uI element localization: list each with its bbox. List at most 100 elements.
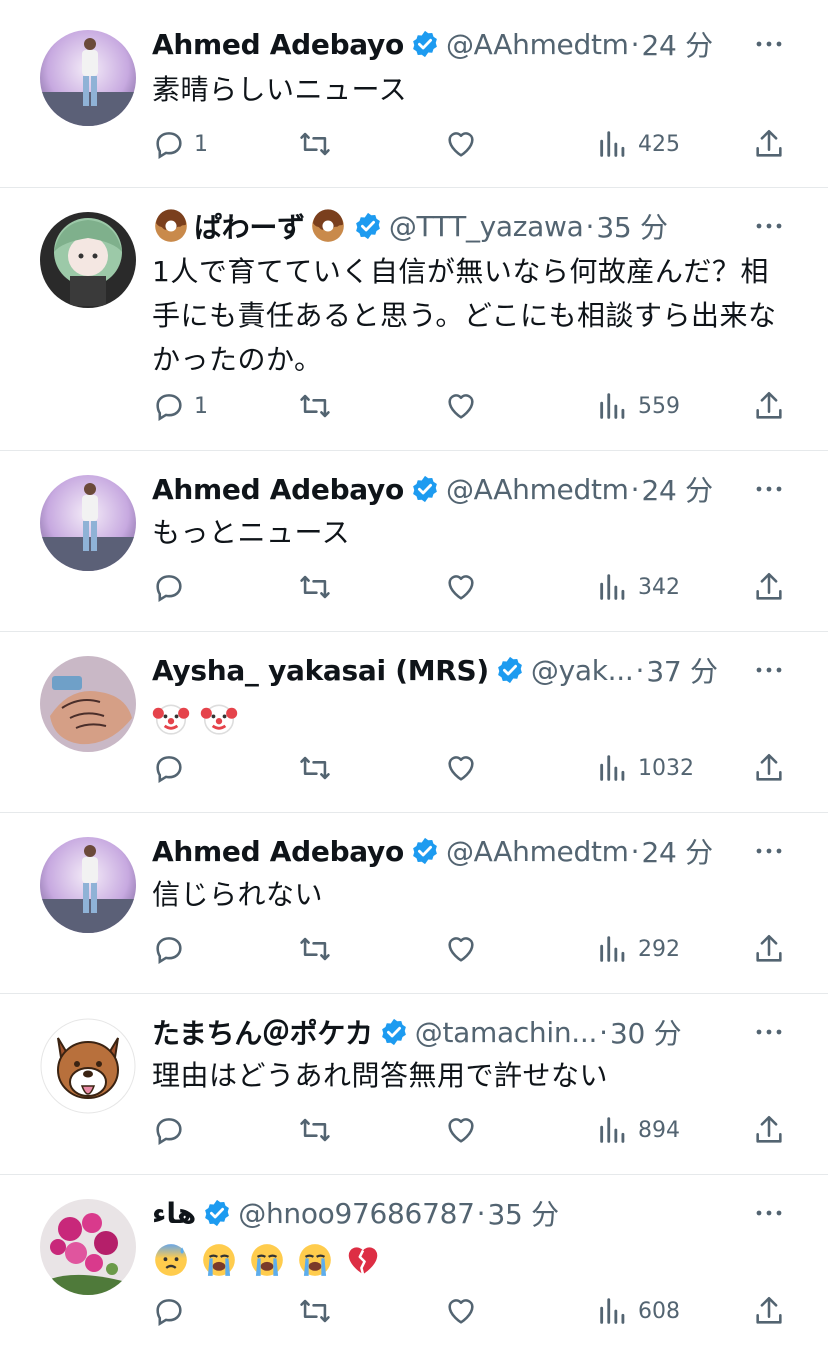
timestamp[interactable]: 35 分 (596, 206, 668, 246)
reply-button[interactable] (152, 567, 194, 607)
views-button[interactable]: 425 (596, 124, 680, 164)
timestamp[interactable]: 24 分 (642, 24, 714, 64)
avatar[interactable] (40, 1018, 136, 1114)
share-icon (756, 129, 782, 157)
handle[interactable]: @AAhmedtm (446, 835, 629, 868)
timestamp[interactable]: 35 分 (488, 1193, 560, 1233)
display-name[interactable]: Aysha_ yakasai (MRS) (152, 654, 489, 687)
action-bar: 894 (152, 1110, 788, 1150)
display-name[interactable]: Ahmed Adebayo (152, 28, 404, 61)
display-name[interactable]: Ahmed Adebayo (152, 473, 404, 506)
views-button[interactable]: 608 (596, 1291, 680, 1331)
more-dots-icon[interactable] (754, 655, 784, 685)
timestamp[interactable]: 37 分 (646, 650, 718, 690)
tweet[interactable]: ぱわーず @TTT_yazawa · 35 分 1人で育てていく自信が無いなら何… (0, 188, 828, 451)
reply-icon (156, 132, 182, 160)
reply-button[interactable] (152, 748, 194, 788)
retweet-button[interactable] (298, 748, 332, 788)
avatar[interactable] (40, 212, 136, 308)
retweet-icon (300, 132, 330, 156)
reply-button[interactable] (152, 1291, 194, 1331)
retweet-button[interactable] (298, 1291, 332, 1331)
share-button[interactable] (752, 1291, 786, 1331)
views-button[interactable]: 1032 (596, 748, 694, 788)
share-button[interactable] (752, 929, 786, 969)
views-button[interactable]: 292 (596, 929, 680, 969)
handle[interactable]: @TTT_yazawa (389, 210, 584, 243)
tweet[interactable]: たまちん＠ポケカ @tamachin... · 30 分 理由はどうあれ問答無用… (0, 994, 828, 1175)
retweet-icon (300, 1299, 330, 1323)
share-icon (756, 391, 782, 419)
views-chart-icon (600, 755, 625, 781)
like-button[interactable] (444, 1110, 478, 1150)
avatar[interactable] (40, 656, 136, 752)
tweet[interactable]: Ahmed Adebayo @AAhmedtm · 24 分 もっとニュース 3… (0, 451, 828, 632)
like-button[interactable] (444, 929, 478, 969)
more-dots-icon[interactable] (754, 1198, 784, 1228)
reply-icon (156, 937, 182, 965)
reply-button[interactable] (152, 1110, 194, 1150)
verified-badge-icon (355, 212, 380, 240)
verified-badge-icon (413, 475, 437, 503)
share-button[interactable] (752, 124, 786, 164)
timestamp[interactable]: 24 分 (642, 469, 714, 509)
avatar[interactable] (40, 30, 136, 126)
views-button[interactable]: 559 (596, 386, 680, 426)
more-dots-icon[interactable] (754, 836, 784, 866)
anxious-face-sweat-emoji-icon (155, 1244, 187, 1276)
handle[interactable]: @AAhmedtm (446, 473, 629, 506)
views-count: 608 (638, 1298, 680, 1324)
avatar[interactable] (40, 475, 136, 571)
timestamp[interactable]: 24 分 (642, 831, 714, 871)
tweet[interactable]: Ahmed Adebayo @AAhmedtm · 24 分 信じられない 29… (0, 813, 828, 994)
retweet-button[interactable] (298, 567, 332, 607)
action-bar: 1 425 (152, 124, 788, 164)
like-button[interactable] (444, 386, 478, 426)
handle[interactable]: @yak... (531, 654, 634, 687)
retweet-button[interactable] (298, 1110, 332, 1150)
timestamp[interactable]: 30 分 (610, 1012, 682, 1052)
like-button[interactable] (444, 748, 478, 788)
display-name[interactable]: たまちん＠ポケカ (152, 1012, 373, 1052)
handle[interactable]: @tamachin... (415, 1016, 597, 1049)
display-name[interactable]: ぱわーず (194, 206, 305, 246)
like-button[interactable] (444, 124, 478, 164)
separator-dot: · (630, 27, 640, 61)
tweet[interactable]: Ahmed Adebayo @AAhmedtm · 24 分 素晴らしいニュース… (0, 0, 828, 188)
more-dots-icon[interactable] (754, 474, 784, 504)
views-button[interactable]: 342 (596, 567, 680, 607)
handle[interactable]: @hnoo97686787 (238, 1197, 474, 1230)
display-name[interactable]: هاء (152, 1197, 197, 1230)
retweet-button[interactable] (298, 386, 332, 426)
share-icon (756, 1115, 782, 1143)
views-count: 559 (638, 393, 680, 419)
avatar[interactable] (40, 837, 136, 933)
share-button[interactable] (752, 567, 786, 607)
more-dots-icon[interactable] (754, 1017, 784, 1047)
retweet-icon (300, 756, 330, 780)
like-button[interactable] (444, 1291, 478, 1331)
share-button[interactable] (752, 1110, 786, 1150)
like-button[interactable] (444, 567, 478, 607)
reply-button[interactable]: 1 (152, 386, 208, 426)
retweet-button[interactable] (298, 929, 332, 969)
views-count: 292 (638, 936, 680, 962)
reply-button[interactable]: 1 (152, 124, 208, 164)
more-dots-icon[interactable] (754, 29, 784, 59)
verified-badge-icon (413, 837, 437, 865)
retweet-button[interactable] (298, 124, 332, 164)
tweet[interactable]: هاء @hnoo97686787 · 35 分 608 (0, 1175, 828, 1353)
views-count: 342 (638, 574, 680, 600)
share-icon (756, 753, 782, 781)
action-bar: 292 (152, 929, 788, 969)
reply-button[interactable] (152, 929, 194, 969)
share-button[interactable] (752, 386, 786, 426)
more-dots-icon[interactable] (754, 211, 784, 241)
tweet[interactable]: Aysha_ yakasai (MRS) @yak... · 37 分 1032 (0, 632, 828, 813)
handle[interactable]: @AAhmedtm (446, 28, 629, 61)
avatar[interactable] (40, 1199, 136, 1295)
views-button[interactable]: 894 (596, 1110, 680, 1150)
tweet-text: 素晴らしいニュース (152, 73, 408, 106)
share-button[interactable] (752, 748, 786, 788)
display-name[interactable]: Ahmed Adebayo (152, 835, 404, 868)
